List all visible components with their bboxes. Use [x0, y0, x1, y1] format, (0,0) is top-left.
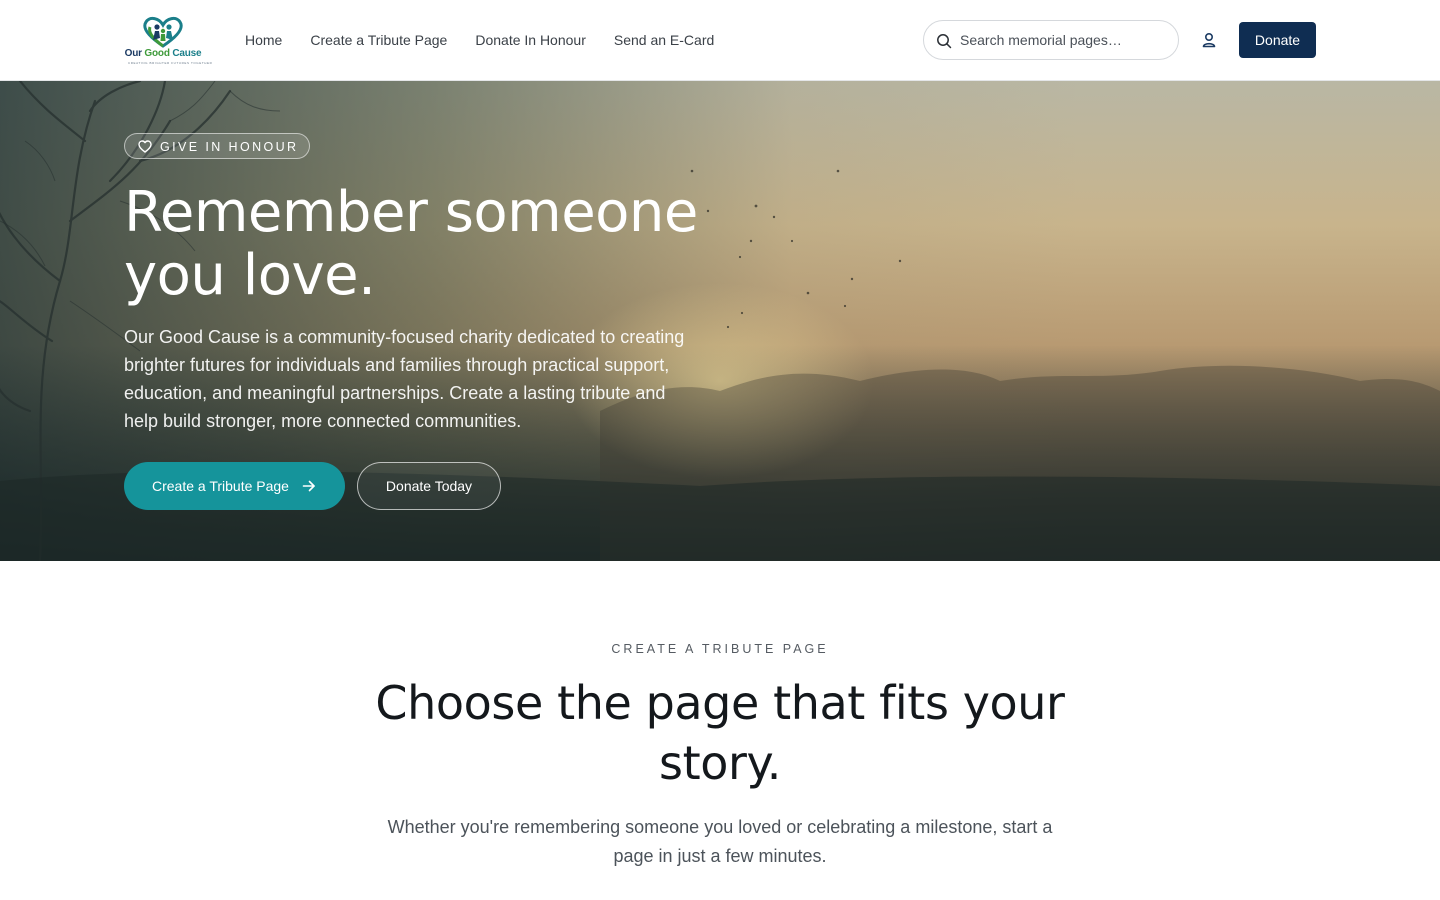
hero-description: Our Good Cause is a community-focused ch…: [124, 327, 685, 431]
hero-section: GIVE IN HONOUR Remember someone you love…: [0, 81, 1440, 561]
logo-wordmark: Our Good Cause: [124, 48, 202, 59]
section-eyebrow: CREATE A TRIBUTE PAGE: [611, 642, 829, 656]
arrow-right-icon: [302, 480, 315, 492]
site-header: Our Good Cause CREATING BRIGHTER FUTURES…: [0, 0, 1440, 81]
search-box: [923, 20, 1179, 60]
logo-word-good: Good: [144, 48, 170, 59]
give-in-honour-badge: GIVE IN HONOUR: [124, 133, 310, 159]
nav-home[interactable]: Home: [245, 31, 282, 49]
section-title: Choose the page that fits your story.: [375, 676, 1065, 790]
heart-icon: [138, 140, 152, 153]
nav-create-tribute-page[interactable]: Create a Tribute Page: [310, 31, 447, 49]
nav-send-e-card[interactable]: Send an E-Card: [614, 31, 714, 49]
search-input[interactable]: [960, 30, 1166, 50]
main-nav: Home Create a Tribute Page Donate In Hon…: [245, 31, 714, 49]
logo-word-cause: Cause: [172, 48, 202, 59]
our-good-cause-logo[interactable]: Our Good Cause CREATING BRIGHTER FUTURES…: [124, 16, 213, 66]
search-icon: [937, 34, 952, 49]
section-description: Whether you're remembering someone you l…: [387, 817, 1053, 866]
badge-label: GIVE IN HONOUR: [160, 140, 299, 154]
logo-word-our: Our: [124, 48, 142, 59]
hero-title: Remember someone you love.: [124, 180, 698, 308]
nav-donate-in-honour[interactable]: Donate In Honour: [475, 31, 586, 49]
create-tribute-page-button[interactable]: Create a Tribute Page: [124, 462, 345, 510]
heart-logo-icon: [143, 16, 183, 48]
donate-today-button[interactable]: Donate Today: [357, 462, 501, 510]
create-tribute-page-label: Create a Tribute Page: [152, 478, 289, 494]
user-icon[interactable]: [1200, 31, 1218, 49]
logo-tagline: CREATING BRIGHTER FUTURES TOGETHER: [128, 61, 213, 65]
donate-button[interactable]: Donate: [1239, 22, 1316, 58]
